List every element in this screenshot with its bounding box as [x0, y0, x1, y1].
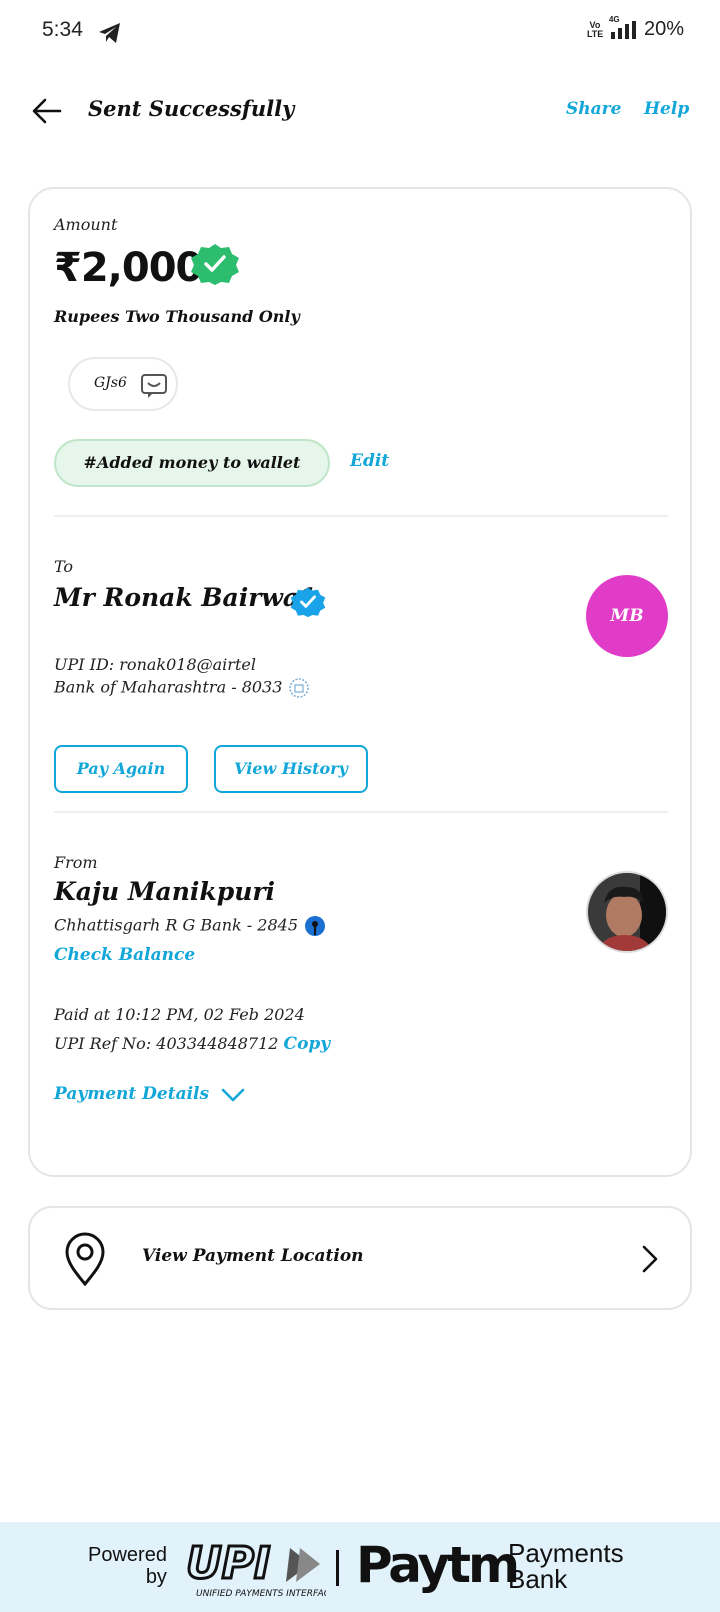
view-history-button[interactable]: View History	[214, 745, 368, 793]
volte-icon: Vo LTE	[586, 19, 604, 39]
payment-details-label: Payment Details	[54, 1084, 210, 1104]
divider	[54, 811, 668, 813]
top-app-bar: Sent Successfully Share Help	[0, 84, 720, 140]
to-label: To	[54, 557, 74, 576]
amount-value: ₹2,000	[54, 245, 203, 291]
recipient-bank: Bank of Maharashtra - 8033	[54, 677, 283, 697]
battery-text: 20%	[643, 18, 684, 40]
powered-by-text: Powered by	[88, 1544, 167, 1588]
from-label: From	[54, 853, 98, 872]
chevron-down-icon	[221, 1088, 245, 1101]
copy-button[interactable]: Copy	[284, 1034, 331, 1054]
chat-icon	[141, 374, 167, 398]
profile-photo	[588, 873, 666, 951]
status-time: 5:34	[42, 18, 83, 41]
status-right: Vo LTE 4G 20%	[586, 15, 684, 41]
view-location-button[interactable]: View Payment Location	[28, 1206, 692, 1310]
location-pin-icon	[65, 1232, 105, 1286]
recipient-upi-id: UPI ID: ronak018@airtel	[54, 655, 256, 674]
telegram-icon	[99, 23, 120, 43]
divider	[54, 515, 668, 517]
message-text: GJs6	[94, 375, 127, 391]
page-title: Sent Successfully	[88, 96, 295, 121]
success-check-icon	[191, 244, 239, 285]
payment-details-toggle[interactable]: Payment Details	[54, 1084, 245, 1104]
edit-tag-button[interactable]: Edit	[350, 451, 389, 471]
category-tag[interactable]: #Added money to wallet	[54, 439, 330, 487]
status-bar: 5:34 Vo LTE 4G 20%	[0, 0, 720, 64]
check-balance-link[interactable]: Check Balance	[54, 945, 195, 965]
amount-label: Amount	[54, 215, 118, 234]
svg-text:UPI: UPI	[186, 1542, 270, 1589]
verified-icon	[290, 587, 326, 618]
svg-text:UNIFIED PAYMENTS INTERFACE: UNIFIED PAYMENTS INTERFACE	[196, 1589, 326, 1599]
signal-icon: 4G	[609, 15, 636, 39]
sender-bank-row: Chhattisgarh R G Bank - 2845	[54, 915, 326, 937]
share-button[interactable]: Share	[566, 99, 621, 119]
sender-name: Kaju Manikpuri	[54, 877, 276, 906]
paid-at: Paid at 10:12 PM, 02 Feb 2024	[54, 1005, 305, 1024]
bank-logo-icon	[289, 678, 310, 698]
chevron-right-icon	[642, 1245, 658, 1273]
upi-logo: UPI UNIFIED PAYMENTS INTERFACE	[186, 1542, 326, 1599]
view-location-label: View Payment Location	[142, 1246, 364, 1266]
recipient-avatar: MB	[586, 575, 668, 657]
sender-avatar	[586, 871, 668, 953]
paytm-logo: Paytm	[356, 1536, 520, 1594]
sender-bank: Chhattisgarh R G Bank - 2845	[54, 915, 298, 935]
help-button[interactable]: Help	[644, 99, 689, 119]
recipient-bank-row: Bank of Maharashtra - 8033	[54, 677, 310, 699]
amount-in-words: Rupees Two Thousand Only	[54, 307, 300, 326]
pay-again-button[interactable]: Pay Again	[54, 745, 188, 793]
transaction-card: Amount ₹2,000 Rupees Two Thousand Only G…	[28, 187, 692, 1177]
back-arrow-icon[interactable]	[30, 94, 64, 128]
payments-bank-text: Payments Bank	[508, 1538, 624, 1594]
recipient-name: Mr Ronak Bairwa1	[54, 583, 317, 612]
message-bubble: GJs6	[68, 357, 178, 411]
upi-ref-number: UPI Ref No: 403344848712	[54, 1034, 279, 1053]
footer-branding: Powered by UPI UNIFIED PAYMENTS INTERFAC…	[0, 1522, 720, 1612]
bank-logo-icon	[305, 916, 325, 936]
upi-ref-row: UPI Ref No: 403344848712 Copy	[54, 1034, 330, 1054]
logo-separator	[336, 1550, 339, 1586]
